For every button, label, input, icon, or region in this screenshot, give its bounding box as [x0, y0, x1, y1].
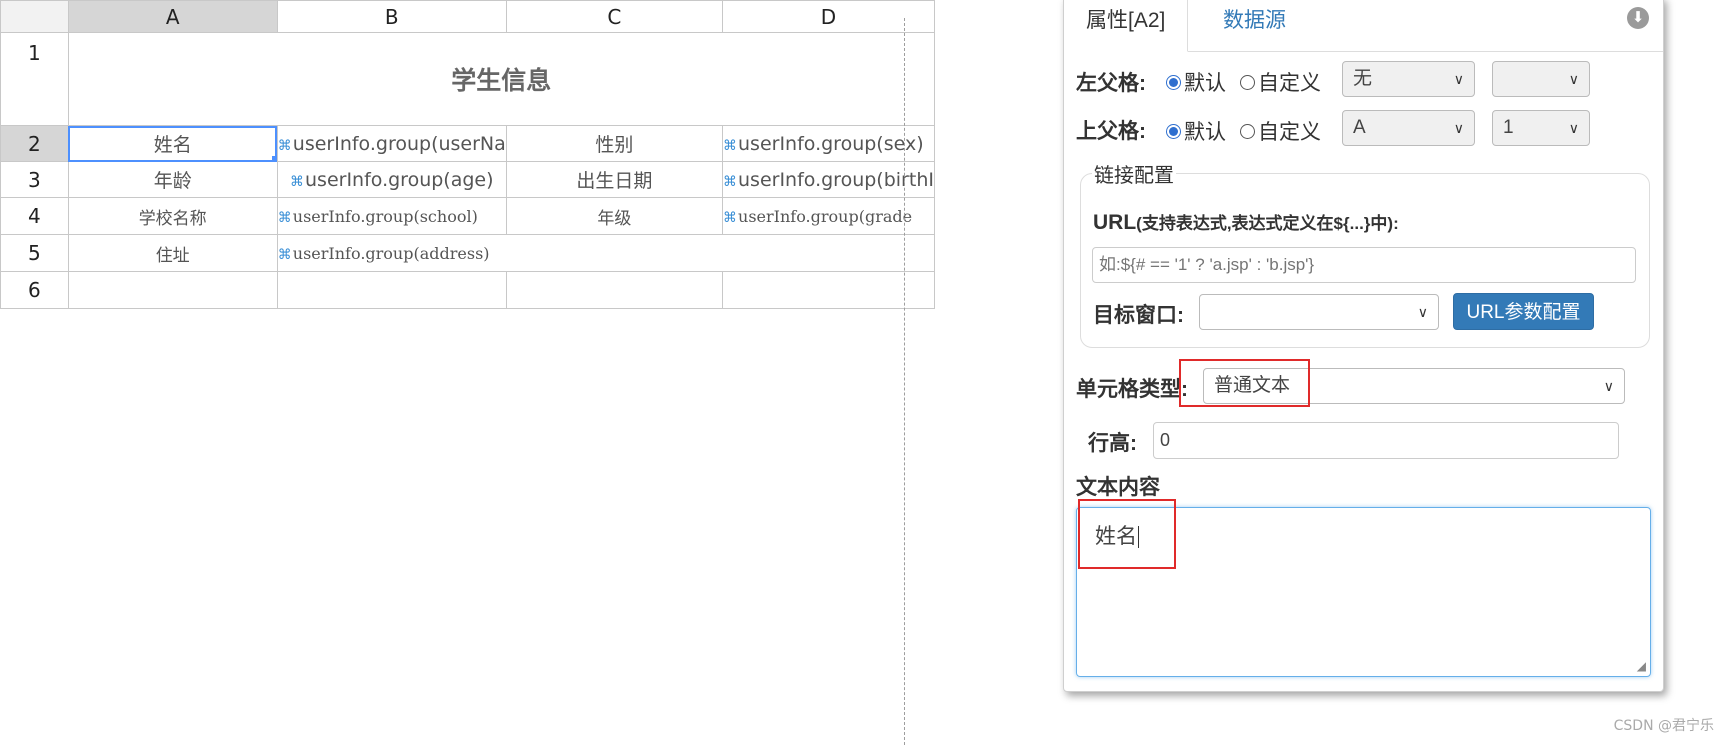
- cell-b6[interactable]: [276, 271, 507, 309]
- cell-d3[interactable]: ⌘userInfo.group(birthI: [722, 161, 935, 198]
- url-hint: (支持表达式,表达式定义在${...}中):: [1136, 214, 1399, 233]
- cell-d4[interactable]: ⌘userInfo.group(grade: [722, 197, 935, 235]
- row-height-label: 行高:: [1088, 432, 1137, 455]
- cell-a6[interactable]: [67, 271, 278, 309]
- cell-type-label: 单元格类型:: [1076, 378, 1188, 401]
- radio-checked-icon: [1166, 123, 1181, 139]
- top-parent-default-label: 默认: [1184, 121, 1226, 144]
- top-parent-column-select[interactable]: A ∨: [1342, 110, 1475, 146]
- cell-b4-text: userInfo.group(school): [292, 206, 478, 226]
- left-parent-default-radio[interactable]: 默认: [1166, 67, 1226, 97]
- expression-icon: ⌘: [277, 246, 292, 263]
- row-header-4[interactable]: 4: [0, 197, 69, 235]
- top-parent-row-select[interactable]: 1 ∨: [1492, 110, 1590, 146]
- column-header-b[interactable]: B: [276, 0, 507, 33]
- cell-d2-text: userInfo.group(sex): [738, 132, 924, 155]
- grid: A B C D 1 学生信息 2 姓名 ⌘userInfo.group(user…: [0, 0, 936, 309]
- text-content-label: 文本内容: [1076, 476, 1160, 499]
- page-break-line: [904, 18, 905, 745]
- title-cell[interactable]: 学生信息: [67, 32, 936, 126]
- expression-icon: ⌘: [723, 173, 738, 190]
- cell-c4[interactable]: 年级: [505, 197, 724, 235]
- url-params-button[interactable]: URL参数配置: [1453, 293, 1594, 330]
- top-parent-column-value: A: [1353, 117, 1366, 138]
- chevron-down-icon: ∨: [1568, 120, 1579, 136]
- cell-d2[interactable]: ⌘userInfo.group(sex): [722, 125, 935, 162]
- spreadsheet: A B C D 1 学生信息 2 姓名 ⌘userInfo.group(user…: [0, 0, 936, 312]
- download-icon[interactable]: ⬇: [1627, 7, 1649, 29]
- row-header-2[interactable]: 2: [0, 125, 69, 162]
- cell-c6[interactable]: [505, 271, 724, 309]
- row-header-3[interactable]: 3: [0, 161, 69, 198]
- column-header-c[interactable]: C: [505, 0, 724, 33]
- cell-d6[interactable]: [722, 271, 935, 309]
- expression-icon: ⌘: [277, 209, 292, 226]
- left-parent-label: 左父格:: [1076, 72, 1146, 95]
- column-header-a[interactable]: A: [67, 0, 278, 33]
- radio-unchecked-icon: [1240, 123, 1255, 139]
- expression-icon: ⌘: [290, 173, 305, 190]
- expression-icon: ⌘: [723, 209, 738, 226]
- left-parent-custom-label: 自定义: [1258, 72, 1321, 95]
- row-header-5[interactable]: 5: [0, 234, 69, 272]
- top-parent-row-value: 1: [1503, 117, 1514, 138]
- radio-checked-icon: [1166, 74, 1181, 90]
- cell-d4-text: userInfo.group(grade: [738, 206, 913, 226]
- cell-c2[interactable]: 性别: [505, 125, 724, 162]
- cell-b2-text: userInfo.group(userNa: [292, 132, 506, 155]
- expression-icon: ⌘: [277, 137, 292, 154]
- row-header-1[interactable]: 1: [0, 32, 69, 126]
- target-window-label: 目标窗口:: [1093, 304, 1184, 327]
- left-parent-default-label: 默认: [1184, 72, 1226, 95]
- cell-a5[interactable]: 住址: [67, 234, 278, 272]
- resize-handle-icon[interactable]: ◢: [1637, 659, 1646, 673]
- radio-unchecked-icon: [1240, 74, 1255, 90]
- cell-a3[interactable]: 年龄: [67, 161, 278, 198]
- cell-b4[interactable]: ⌘userInfo.group(school): [276, 197, 507, 235]
- top-parent-label: 上父格:: [1076, 120, 1146, 143]
- fill-handle[interactable]: [271, 156, 277, 161]
- cell-b3-text: userInfo.group(age): [305, 168, 494, 191]
- left-parent-column-select[interactable]: 无 ∨: [1342, 61, 1475, 97]
- url-label-text: URL: [1093, 211, 1137, 234]
- watermark: CSDN @君宁乐: [1613, 718, 1714, 734]
- text-content-highlight: [1078, 499, 1176, 569]
- chevron-down-icon: ∨: [1417, 304, 1428, 320]
- url-label: URL(支持表达式,表达式定义在${...}中):: [1093, 209, 1399, 235]
- left-parent-column-value: 无: [1353, 68, 1373, 89]
- tab-properties[interactable]: 属性[A2]: [1064, 0, 1189, 52]
- row-header-6[interactable]: 6: [0, 271, 69, 309]
- left-parent-custom-radio[interactable]: 自定义: [1240, 67, 1321, 97]
- cell-c3[interactable]: 出生日期: [505, 161, 724, 198]
- target-window-select[interactable]: ∨: [1199, 294, 1439, 330]
- cell-a4[interactable]: 学校名称: [67, 197, 278, 235]
- chevron-down-icon: ∨: [1568, 71, 1579, 87]
- expression-icon: ⌘: [723, 137, 738, 154]
- cell-b5[interactable]: ⌘userInfo.group(address): [276, 234, 936, 272]
- corner-cell[interactable]: [0, 0, 69, 33]
- column-header-d[interactable]: D: [722, 0, 935, 33]
- cell-type-highlight: [1179, 359, 1310, 407]
- cell-b3[interactable]: ⌘userInfo.group(age): [276, 161, 507, 198]
- top-parent-default-radio[interactable]: 默认: [1166, 116, 1226, 146]
- url-input[interactable]: [1092, 247, 1636, 283]
- left-parent-row-select[interactable]: ∨: [1492, 61, 1590, 97]
- link-config-legend: 链接配置: [1092, 159, 1176, 188]
- row-height-input[interactable]: [1153, 422, 1619, 459]
- chevron-down-icon: ∨: [1453, 71, 1464, 87]
- panel-tabs: 属性[A2] 数据源 ⬇: [1064, 0, 1663, 52]
- top-parent-custom-radio[interactable]: 自定义: [1240, 116, 1321, 146]
- chevron-down-icon: ∨: [1453, 120, 1464, 136]
- cell-a2[interactable]: 姓名: [67, 125, 278, 162]
- cell-b2[interactable]: ⌘userInfo.group(userNa: [276, 125, 507, 162]
- tab-datasource[interactable]: 数据源: [1201, 0, 1308, 51]
- cell-b5-text: userInfo.group(address): [292, 243, 490, 263]
- chevron-down-icon: ∨: [1603, 378, 1614, 394]
- top-parent-custom-label: 自定义: [1258, 121, 1321, 144]
- property-panel: 属性[A2] 数据源 ⬇ 左父格: 默认 自定义 无 ∨ ∨ 上父格: 默认 自…: [1063, 0, 1664, 692]
- cell-a2-text: 姓名: [153, 134, 192, 156]
